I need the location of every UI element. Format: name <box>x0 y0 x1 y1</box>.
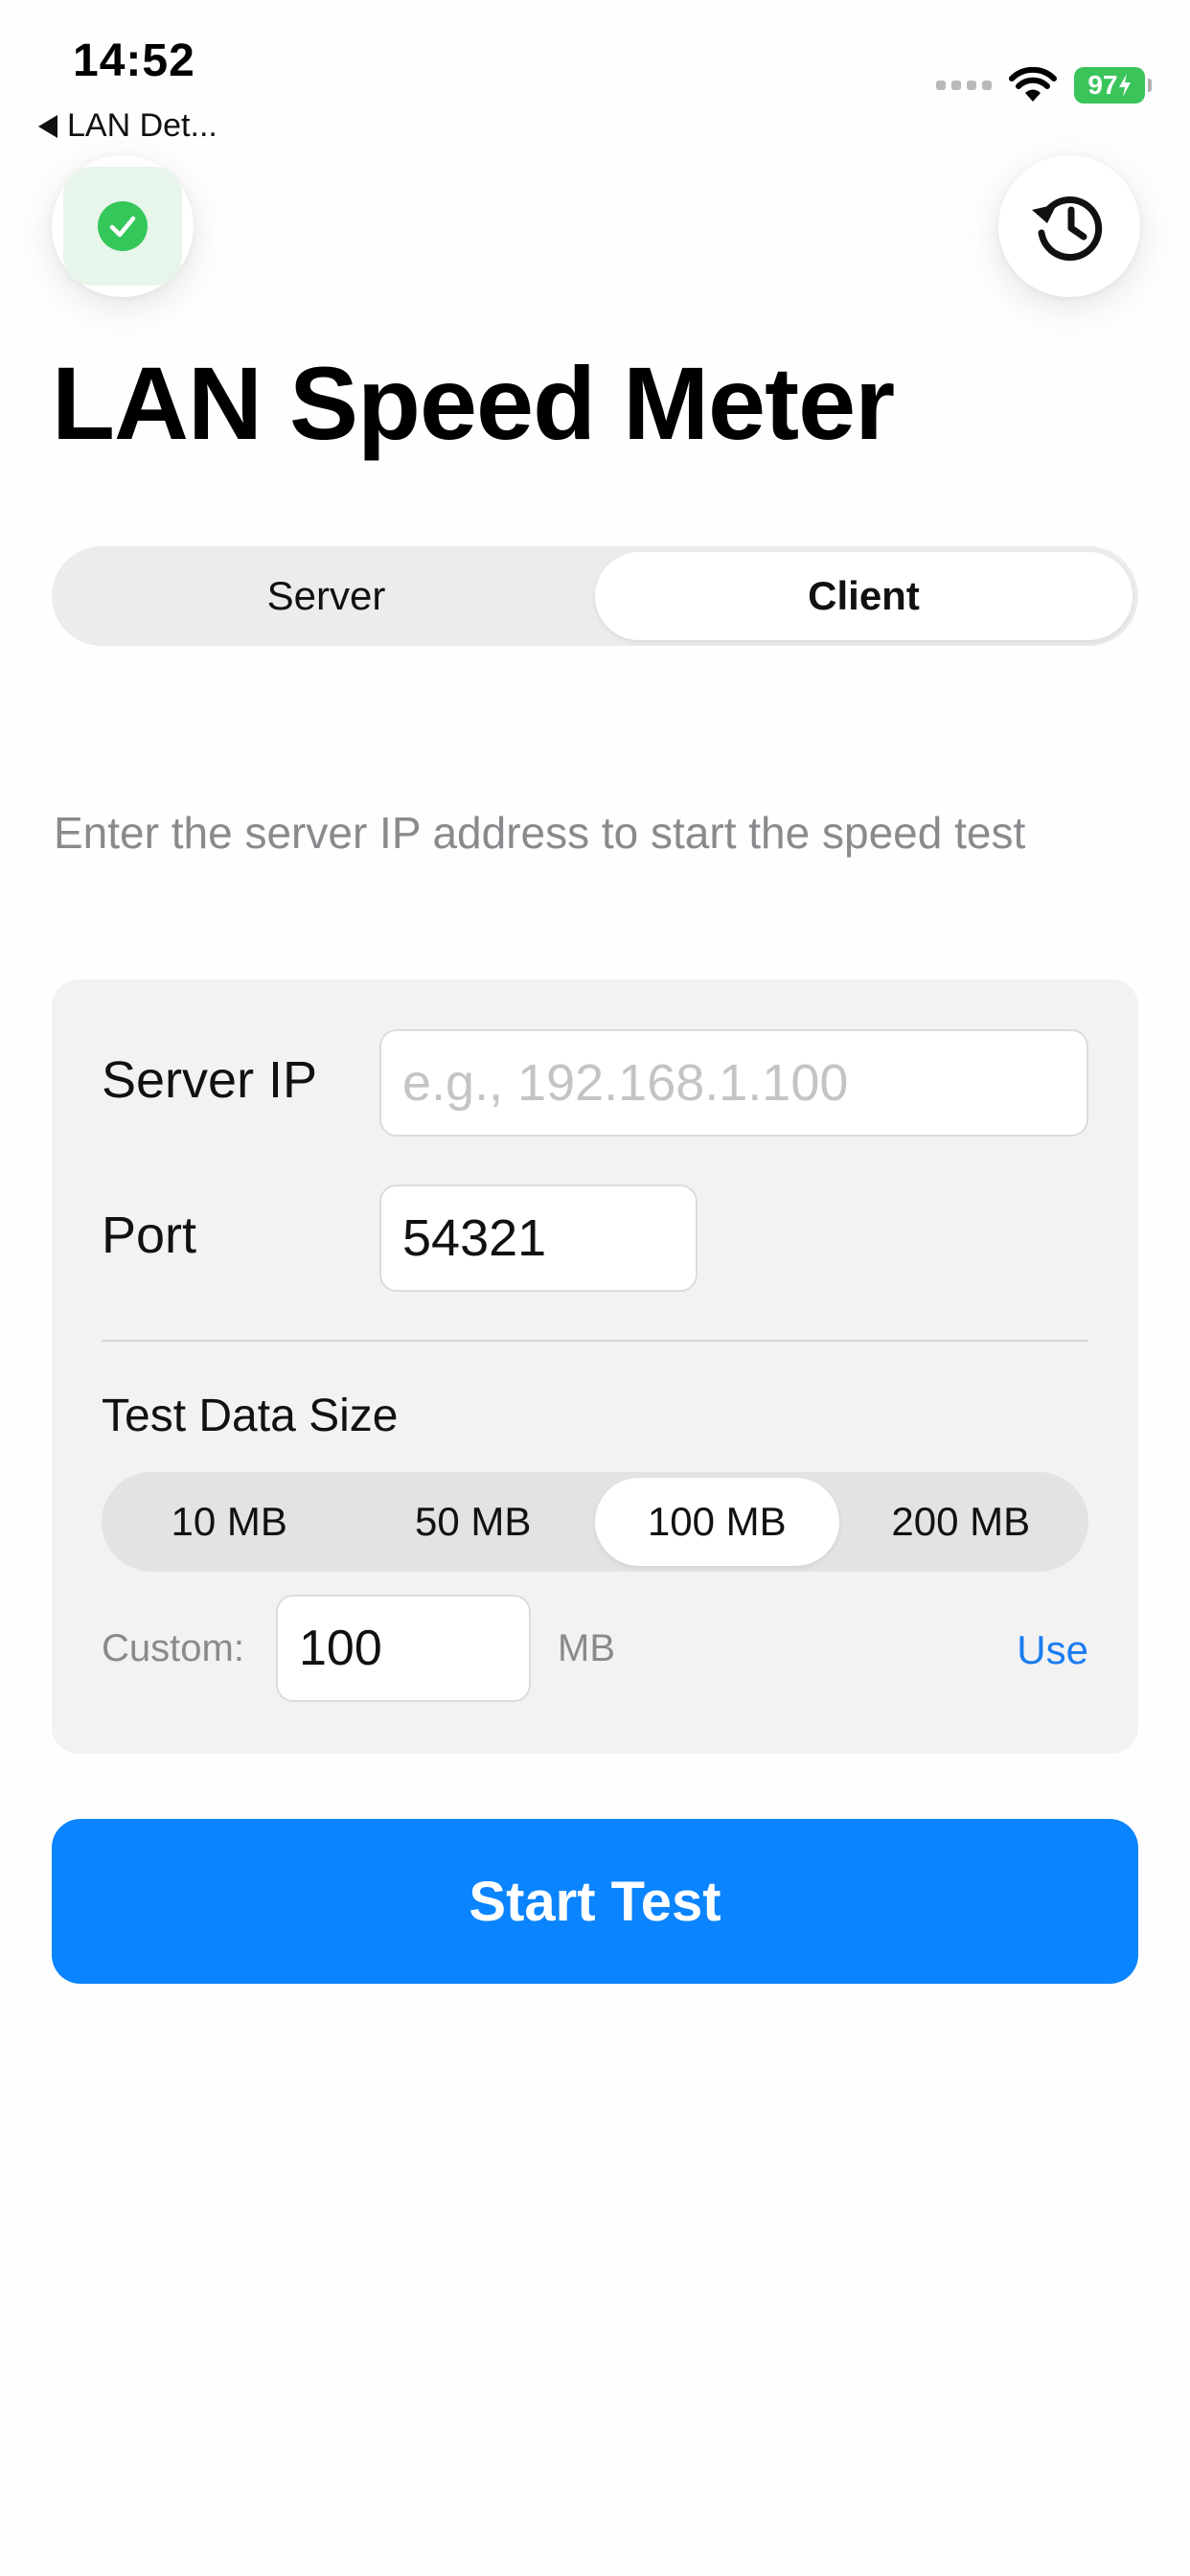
checkmark-circle-icon <box>98 201 148 251</box>
custom-size-label: Custom: <box>102 1627 244 1669</box>
status-indicators: 97 <box>936 67 1152 104</box>
start-test-button[interactable]: Start Test <box>52 1819 1138 1984</box>
tab-client[interactable]: Client <box>595 552 1133 640</box>
status-indicator <box>63 167 182 286</box>
size-option-100mb[interactable]: 100 MB <box>595 1478 839 1566</box>
cellular-signal-icon <box>936 80 992 90</box>
back-triangle-icon <box>38 114 57 138</box>
use-custom-size-button[interactable]: Use <box>1017 1627 1088 1673</box>
battery-indicator: 97 <box>1074 67 1152 104</box>
app-screen: 14:52 LAN Det... 97 LAN Speed Meter Serv… <box>0 0 1190 2576</box>
form-divider <box>102 1340 1088 1342</box>
connection-form-card: Server IP Port Test Data Size 10 MB 50 M… <box>52 979 1138 1754</box>
tab-server[interactable]: Server <box>57 552 595 640</box>
battery-level: 97 <box>1087 70 1118 100</box>
size-option-50mb[interactable]: 50 MB <box>352 1478 596 1566</box>
port-input[interactable] <box>379 1184 698 1292</box>
size-option-200mb[interactable]: 200 MB <box>839 1478 1084 1566</box>
status-time: 14:52 <box>73 35 195 86</box>
instruction-text: Enter the server IP address to start the… <box>54 808 1026 858</box>
test-data-size-label: Test Data Size <box>102 1391 399 1441</box>
size-option-10mb[interactable]: 10 MB <box>107 1478 352 1566</box>
history-clock-icon <box>1032 196 1103 261</box>
back-app-label: LAN Det... <box>67 107 217 144</box>
back-to-app-button[interactable]: LAN Det... <box>38 107 217 145</box>
data-size-segmented-control: 10 MB 50 MB 100 MB 200 MB <box>102 1472 1088 1572</box>
port-label: Port <box>102 1207 197 1264</box>
custom-size-unit: MB <box>558 1627 615 1669</box>
wifi-icon <box>1009 67 1057 102</box>
page-title: LAN Speed Meter <box>52 345 895 461</box>
charging-bolt-icon <box>1118 74 1131 97</box>
server-ip-input[interactable] <box>379 1029 1088 1137</box>
server-ip-label: Server IP <box>102 1051 318 1109</box>
mode-segmented-control: Server Client <box>52 546 1138 646</box>
connection-status-button[interactable] <box>52 155 194 297</box>
history-button[interactable] <box>998 155 1140 297</box>
custom-size-input[interactable] <box>276 1595 531 1702</box>
